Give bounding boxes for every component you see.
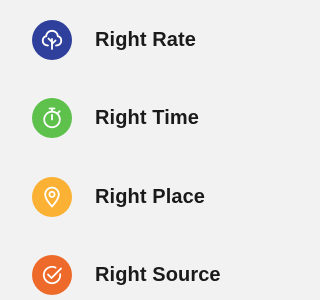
list-item-right-place: Right Place <box>32 177 205 217</box>
list-item-label: Right Place <box>95 185 206 208</box>
list-item-label: Right Time <box>95 106 199 129</box>
right-list: Right Rate Right Time Right Place Right … <box>0 0 283 300</box>
list-item-label: Right Source <box>95 263 221 286</box>
stopwatch-icon <box>32 98 72 138</box>
check-circle-icon <box>32 255 72 295</box>
list-item-right-time: Right Time <box>32 98 199 138</box>
list-item-right-source: Right Source <box>32 255 221 295</box>
list-item-right-rate: Right Rate <box>32 20 196 60</box>
location-pin-icon <box>32 177 72 217</box>
list-item-label: Right Rate <box>95 28 196 51</box>
tree-icon <box>32 20 72 60</box>
